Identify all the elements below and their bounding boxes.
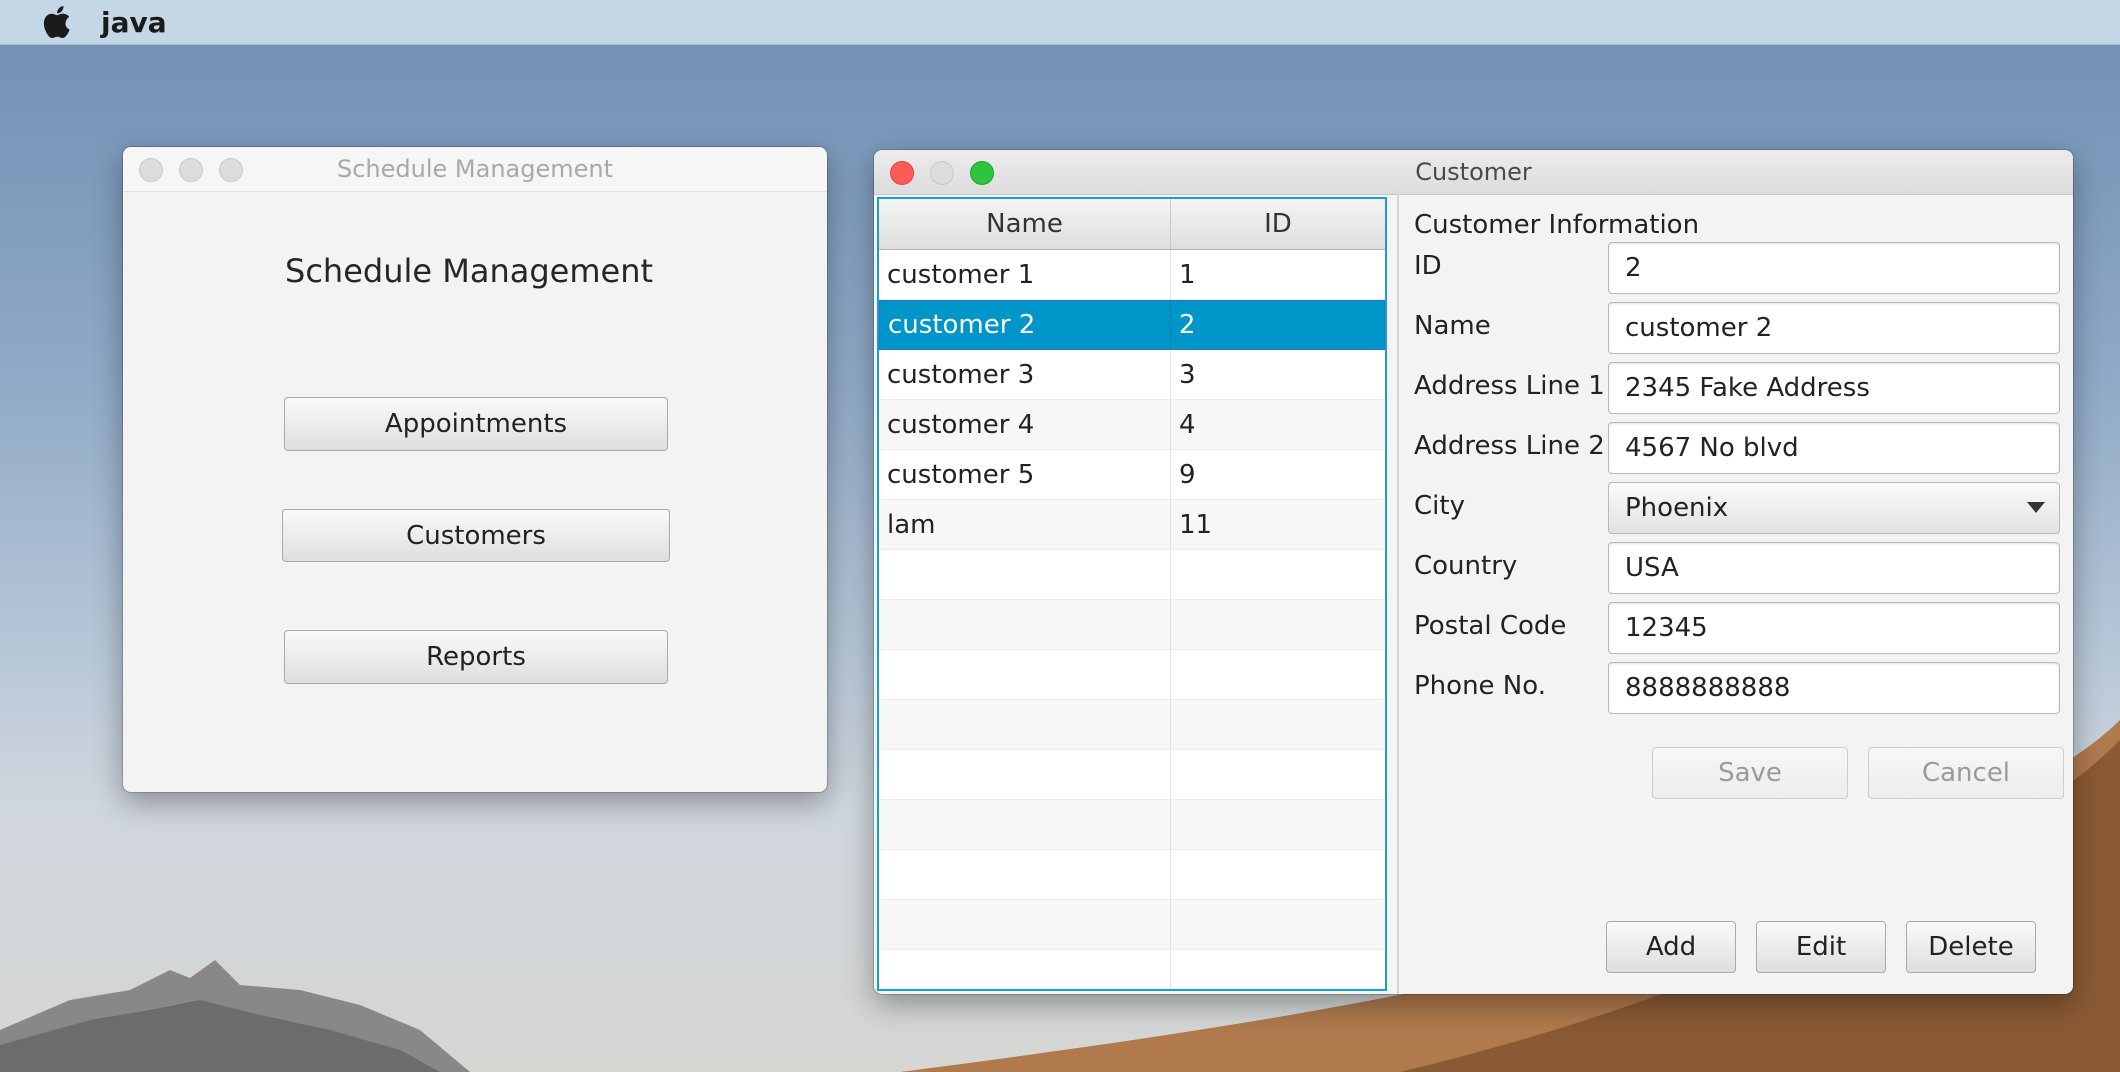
city-select-value: Phoenix (1625, 493, 1729, 523)
cell-id: 11 (1179, 509, 1213, 540)
window-title: Customer (1415, 158, 1532, 186)
apple-logo-icon[interactable] (41, 5, 71, 39)
customer-window: Customer Name ID customer 1 1 customer 22c… (874, 150, 2073, 994)
empty-table-row[interactable] (879, 800, 1385, 850)
cell-id (1171, 600, 1385, 649)
postal-code-field[interactable]: 12345 (1608, 602, 2060, 654)
table-row[interactable]: customer 1 1 (879, 250, 1385, 300)
phone-field[interactable]: 8888888888 (1608, 662, 2060, 714)
cell-id (1171, 750, 1385, 799)
empty-table-row[interactable] (879, 850, 1385, 900)
table-body: customer 1 1 customer 2 2 customer 3 3 custome… (879, 250, 1385, 989)
cell-id: 3 (1179, 359, 1196, 390)
chevron-down-icon (2027, 502, 2045, 513)
cell-id (1171, 550, 1385, 599)
empty-table-row[interactable] (879, 750, 1385, 800)
country-field[interactable]: USA (1608, 542, 2060, 594)
schedule-management-window: Schedule Management Schedule Management … (123, 147, 827, 792)
cell-id: 2 (1178, 310, 1196, 340)
add-button[interactable]: Add (1606, 921, 1736, 973)
close-window-button[interactable] (890, 161, 914, 185)
page-title: Schedule Management (285, 252, 654, 290)
field-label-postal-code: Postal Code (1414, 611, 1567, 641)
menu-bar: java (0, 0, 2120, 45)
cell-name (879, 800, 1171, 849)
field-label-address-line-1: Address Line 1 (1414, 371, 1605, 401)
table-row[interactable]: customer 5 9 (879, 450, 1385, 500)
cell-id (1171, 650, 1385, 699)
cell-name (879, 950, 1171, 989)
edit-button[interactable]: Edit (1756, 921, 1886, 973)
minimize-window-button[interactable] (179, 158, 203, 182)
customer-table[interactable]: Name ID customer 1 1 customer 2 2 customer 3… (877, 197, 1387, 991)
empty-table-row[interactable] (879, 600, 1385, 650)
cell-name: customer 3 (879, 350, 1171, 399)
delete-button[interactable]: Delete (1906, 921, 2036, 973)
table-header: Name ID (879, 199, 1385, 250)
address-line-1-field[interactable]: 2345 Fake Address (1608, 362, 2060, 414)
reports-button[interactable]: Reports (284, 630, 668, 684)
cell-name (879, 700, 1171, 749)
window-titlebar[interactable]: Customer (874, 150, 2073, 195)
cell-name: customer 5 (879, 450, 1171, 499)
cell-id (1171, 700, 1385, 749)
window-title: Schedule Management (336, 155, 613, 183)
field-label-country: Country (1414, 551, 1518, 581)
field-label-name: Name (1414, 311, 1491, 341)
zoom-window-button[interactable] (970, 161, 994, 185)
window-titlebar[interactable]: Schedule Management (123, 147, 827, 192)
save-button[interactable]: Save (1652, 747, 1848, 799)
cell-name: lam (879, 500, 1171, 549)
column-header-id[interactable]: ID (1171, 199, 1385, 249)
field-label-phone: Phone No. (1414, 671, 1546, 701)
name-field[interactable]: customer 2 (1608, 302, 2060, 354)
cell-name: customer 2 (880, 301, 1171, 349)
cell-name (879, 550, 1171, 599)
table-row[interactable]: customer 22 (879, 300, 1385, 350)
cell-id: 9 (1179, 459, 1196, 490)
cell-name (879, 750, 1171, 799)
zoom-window-button[interactable] (219, 158, 243, 182)
cell-id (1171, 900, 1385, 949)
field-label-city: City (1414, 491, 1465, 521)
field-label-address-line-2: Address Line 2 (1414, 431, 1605, 461)
app-menu-name[interactable]: java (101, 6, 167, 39)
city-select[interactable]: Phoenix (1608, 482, 2060, 534)
empty-table-row[interactable] (879, 700, 1385, 750)
cell-name: customer 1 (879, 250, 1171, 299)
cell-id (1171, 950, 1385, 989)
address-line-2-field[interactable]: 4567 No blvd (1608, 422, 2060, 474)
customer-information-form: Customer Information ID 2 Name customer … (1414, 194, 2064, 994)
empty-table-row[interactable] (879, 550, 1385, 600)
table-row[interactable]: customer 3 3 (879, 350, 1385, 400)
close-window-button[interactable] (139, 158, 163, 182)
customers-button[interactable]: Customers (282, 509, 670, 562)
cell-id (1171, 850, 1385, 899)
cell-name: customer 4 (879, 400, 1171, 449)
empty-table-row[interactable] (879, 650, 1385, 700)
cell-id: 4 (1179, 409, 1196, 440)
cell-name (879, 850, 1171, 899)
cell-id (1171, 800, 1385, 849)
appointments-button[interactable]: Appointments (284, 397, 668, 451)
cell-name (879, 600, 1171, 649)
cell-name (879, 900, 1171, 949)
section-title: Customer Information (1414, 210, 1700, 240)
cell-id: 1 (1179, 259, 1196, 290)
table-row[interactable]: customer 4 4 (879, 400, 1385, 450)
column-header-name[interactable]: Name (879, 199, 1171, 249)
cancel-button[interactable]: Cancel (1868, 747, 2064, 799)
split-pane-divider[interactable] (1397, 194, 1399, 994)
empty-table-row[interactable] (879, 950, 1385, 989)
cell-name (879, 650, 1171, 699)
minimize-window-button[interactable] (930, 161, 954, 185)
id-field[interactable]: 2 (1608, 242, 2060, 294)
empty-table-row[interactable] (879, 900, 1385, 950)
field-label-id: ID (1414, 251, 1442, 281)
table-row[interactable]: lam 11 (879, 500, 1385, 550)
